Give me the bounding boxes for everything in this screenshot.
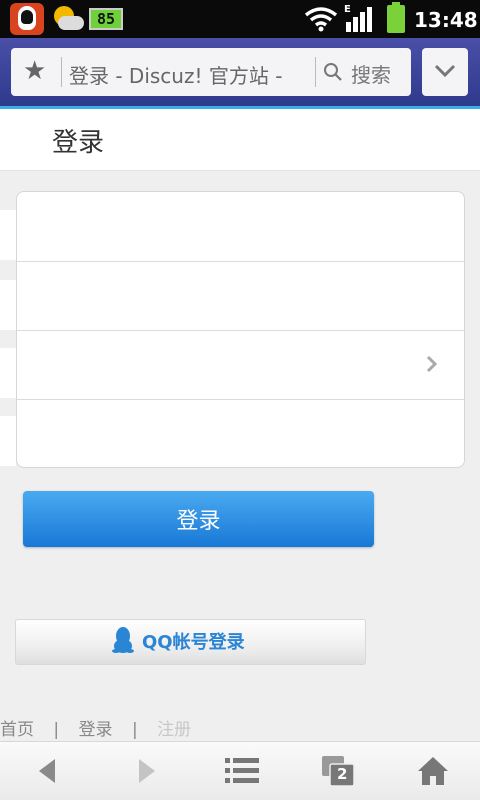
footer-login-link[interactable]: 登录 xyxy=(79,720,113,740)
address-bar[interactable]: ★ 登录 - Discuz! 官方站 - 搜索 xyxy=(11,48,411,96)
login-button[interactable]: 登录 xyxy=(23,491,374,547)
browser-toolbar: ★ 登录 - Discuz! 官方站 - 搜索 xyxy=(0,38,480,106)
edge-fragment xyxy=(0,280,16,330)
wifi-icon xyxy=(304,7,338,32)
divider xyxy=(315,57,316,87)
page-title: 登录 xyxy=(52,128,105,158)
qq-penguin-icon xyxy=(112,627,134,653)
browser-bottom-toolbar: 2 xyxy=(0,741,480,800)
home-icon xyxy=(418,757,448,785)
battery-icon xyxy=(387,2,405,33)
back-arrow-icon xyxy=(39,759,55,783)
page-title-in-address-bar[interactable]: 登录 - Discuz! 官方站 - xyxy=(69,60,314,89)
qq-login-button[interactable]: QQ帐号登录 xyxy=(15,619,366,665)
footer-home-link[interactable]: 首页 xyxy=(0,720,34,740)
battery-percentage-icon: 85 xyxy=(89,8,123,30)
footer-register-link[interactable]: 注册 xyxy=(157,720,191,740)
menu-dropdown-button[interactable] xyxy=(422,48,468,96)
password-input[interactable] xyxy=(17,262,464,330)
security-question-row[interactable] xyxy=(17,330,464,399)
page-header: 登录 xyxy=(0,109,480,171)
list-menu-icon xyxy=(225,758,259,783)
status-bar: 85 E 13:48 xyxy=(0,0,480,38)
network-type-label: E xyxy=(344,4,351,15)
edge-fragment xyxy=(0,210,16,260)
chevron-right-icon xyxy=(426,355,438,373)
answer-input[interactable] xyxy=(17,400,464,468)
clock: 13:48 xyxy=(414,8,478,32)
qq-login-label: QQ帐号登录 xyxy=(142,632,245,653)
divider xyxy=(61,57,62,87)
answer-row xyxy=(17,399,464,468)
tabs-button[interactable]: 2 xyxy=(307,742,367,800)
weather-icon xyxy=(50,4,86,34)
edge-fragment xyxy=(0,348,16,398)
home-button[interactable] xyxy=(402,742,462,800)
forward-arrow-icon xyxy=(139,759,155,783)
login-form xyxy=(16,191,465,468)
signal-strength-icon: E xyxy=(344,4,372,32)
forward-button[interactable] xyxy=(116,742,176,800)
footer-separator: | xyxy=(131,720,138,740)
back-button[interactable] xyxy=(18,742,78,800)
username-row xyxy=(17,192,464,261)
battery-level: 85 xyxy=(91,10,121,28)
qq-notification-icon xyxy=(10,3,44,35)
chevron-down-icon xyxy=(434,64,456,78)
tab-count: 2 xyxy=(337,765,348,783)
bookmark-star-icon[interactable]: ★ xyxy=(23,58,49,84)
footer-separator: | xyxy=(53,720,60,740)
search-icon[interactable] xyxy=(323,62,343,82)
username-input[interactable] xyxy=(17,192,464,261)
edge-fragment xyxy=(0,416,16,466)
menu-button[interactable] xyxy=(210,742,270,800)
search-label[interactable]: 搜索 xyxy=(351,59,391,88)
password-row xyxy=(17,261,464,330)
footer-links: 首页 | 登录 | 注册 xyxy=(0,715,191,740)
